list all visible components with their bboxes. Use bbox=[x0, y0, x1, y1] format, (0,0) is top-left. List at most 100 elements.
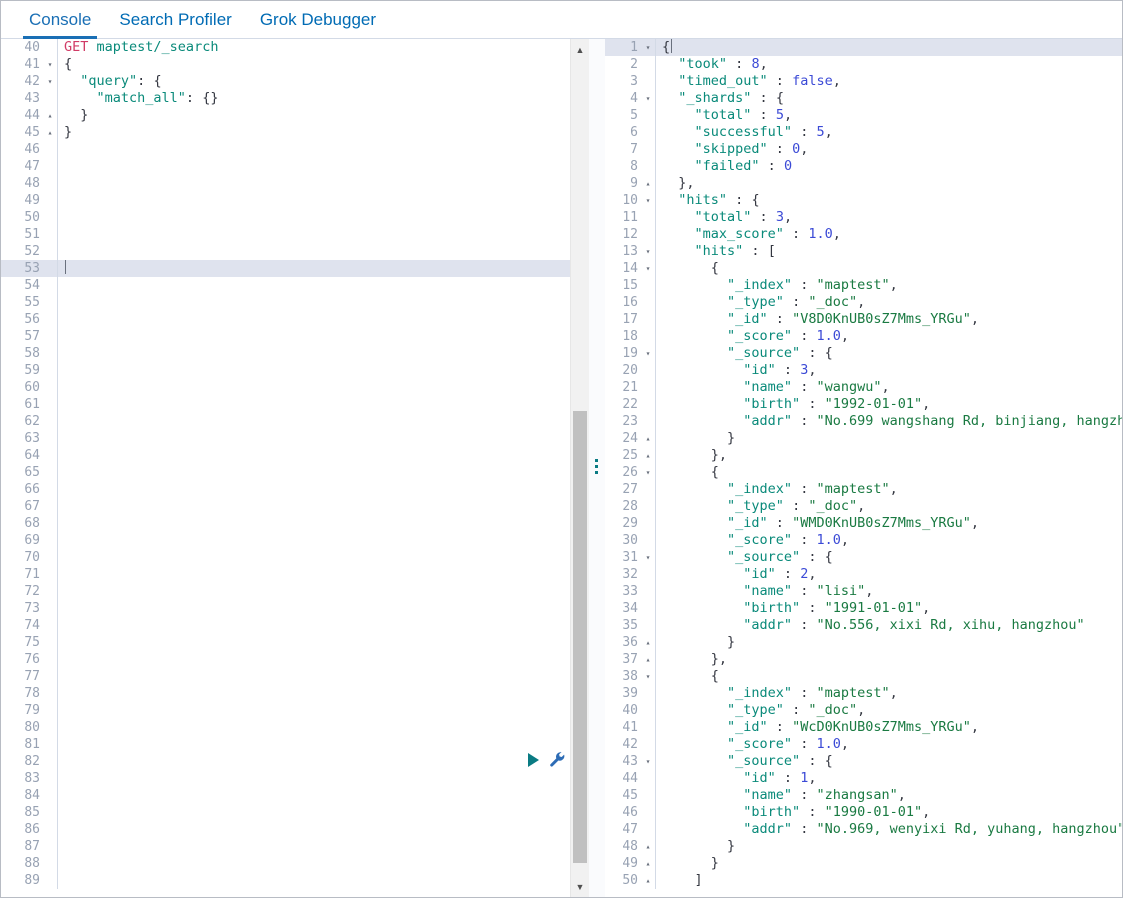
splitter-grip-icon[interactable] bbox=[595, 459, 599, 474]
code-line[interactable]: 41 ▾ { bbox=[1, 56, 589, 73]
code-line[interactable]: 64 bbox=[1, 447, 589, 464]
code-line[interactable]: 46 "birth" : "1990-01-01", bbox=[605, 804, 1122, 821]
code-line[interactable]: 4 ▾ "_shards" : { bbox=[605, 90, 1122, 107]
code-line[interactable]: 18 "_score" : 1.0, bbox=[605, 328, 1122, 345]
code-line[interactable]: 44 "id" : 1, bbox=[605, 770, 1122, 787]
code-line[interactable]: 12 "max_score" : 1.0, bbox=[605, 226, 1122, 243]
code-line[interactable]: 47 "addr" : "No.969, wenyixi Rd, yuhang,… bbox=[605, 821, 1122, 838]
fold-toggle-icon[interactable]: ▾ bbox=[43, 73, 57, 90]
fold-toggle-icon[interactable]: ▾ bbox=[641, 260, 655, 277]
code-line[interactable]: 85 bbox=[1, 804, 589, 821]
code-line[interactable]: 5 "total" : 5, bbox=[605, 107, 1122, 124]
code-line[interactable]: 45 ▴} bbox=[1, 124, 589, 141]
fold-toggle-icon[interactable]: ▴ bbox=[641, 838, 655, 855]
fold-toggle-icon[interactable]: ▾ bbox=[641, 753, 655, 770]
code-line[interactable]: 60 bbox=[1, 379, 589, 396]
code-line[interactable]: 29 "_id" : "WMD0KnUB0sZ7Mms_YRGu", bbox=[605, 515, 1122, 532]
code-line[interactable]: 46 bbox=[1, 141, 589, 158]
code-line[interactable]: 69 bbox=[1, 532, 589, 549]
code-line[interactable]: 24 ▴ } bbox=[605, 430, 1122, 447]
code-line[interactable]: 33 "name" : "lisi", bbox=[605, 583, 1122, 600]
code-line[interactable]: 30 "_score" : 1.0, bbox=[605, 532, 1122, 549]
code-line[interactable]: 74 bbox=[1, 617, 589, 634]
code-line[interactable]: 67 bbox=[1, 498, 589, 515]
fold-toggle-icon[interactable]: ▴ bbox=[641, 872, 655, 889]
code-line[interactable]: 61 bbox=[1, 396, 589, 413]
code-line[interactable]: 81 bbox=[1, 736, 589, 753]
code-line[interactable]: 27 "_index" : "maptest", bbox=[605, 481, 1122, 498]
fold-toggle-icon[interactable]: ▴ bbox=[641, 634, 655, 651]
fold-toggle-icon[interactable]: ▴ bbox=[641, 651, 655, 668]
fold-toggle-icon[interactable]: ▾ bbox=[641, 549, 655, 566]
code-line[interactable]: 49 ▴ } bbox=[605, 855, 1122, 872]
code-line[interactable]: 62 bbox=[1, 413, 589, 430]
fold-toggle-icon[interactable]: ▾ bbox=[43, 56, 57, 73]
code-line[interactable]: 59 bbox=[1, 362, 589, 379]
code-line[interactable]: 43 "match_all": {} bbox=[1, 90, 589, 107]
code-line[interactable]: 79 bbox=[1, 702, 589, 719]
fold-toggle-icon[interactable]: ▴ bbox=[641, 175, 655, 192]
tab-search-profiler[interactable]: Search Profiler bbox=[105, 10, 245, 39]
code-line[interactable]: 68 bbox=[1, 515, 589, 532]
code-line[interactable]: 82 bbox=[1, 753, 589, 770]
code-line[interactable]: 6 "successful" : 5, bbox=[605, 124, 1122, 141]
code-line[interactable]: 25 ▴ }, bbox=[605, 447, 1122, 464]
code-line[interactable]: 13 ▾ "hits" : [ bbox=[605, 243, 1122, 260]
code-line[interactable]: 11 "total" : 3, bbox=[605, 209, 1122, 226]
code-line[interactable]: 23 "addr" : "No.699 wangshang Rd, binjia… bbox=[605, 413, 1122, 430]
code-line[interactable]: 65 bbox=[1, 464, 589, 481]
code-line[interactable]: 50 ▴ ] bbox=[605, 872, 1122, 889]
code-line[interactable]: 66 bbox=[1, 481, 589, 498]
code-line[interactable]: 73 bbox=[1, 600, 589, 617]
fold-toggle-icon[interactable]: ▾ bbox=[641, 668, 655, 685]
fold-toggle-icon[interactable]: ▴ bbox=[43, 124, 57, 141]
scrollbar-thumb[interactable] bbox=[573, 411, 587, 863]
fold-toggle-icon[interactable]: ▴ bbox=[43, 107, 57, 124]
code-line[interactable]: 45 "name" : "zhangsan", bbox=[605, 787, 1122, 804]
code-line[interactable]: 36 ▴ } bbox=[605, 634, 1122, 651]
code-line[interactable]: 49 bbox=[1, 192, 589, 209]
code-line[interactable]: 47 bbox=[1, 158, 589, 175]
fold-toggle-icon[interactable]: ▾ bbox=[641, 243, 655, 260]
code-line[interactable]: 63 bbox=[1, 430, 589, 447]
code-line[interactable]: 38 ▾ { bbox=[605, 668, 1122, 685]
code-line[interactable]: 51 bbox=[1, 226, 589, 243]
scrollbar-up-arrow[interactable]: ▲ bbox=[571, 41, 589, 58]
code-line[interactable]: 43 ▾ "_source" : { bbox=[605, 753, 1122, 770]
code-line[interactable]: 58 bbox=[1, 345, 589, 362]
code-line[interactable]: 71 bbox=[1, 566, 589, 583]
code-line[interactable]: 28 "_type" : "_doc", bbox=[605, 498, 1122, 515]
code-line[interactable]: 70 bbox=[1, 549, 589, 566]
code-line[interactable]: 17 "_id" : "V8D0KnUB0sZ7Mms_YRGu", bbox=[605, 311, 1122, 328]
fold-toggle-icon[interactable]: ▴ bbox=[641, 855, 655, 872]
fold-toggle-icon[interactable]: ▾ bbox=[641, 464, 655, 481]
code-line[interactable]: 48 ▴ } bbox=[605, 838, 1122, 855]
code-line[interactable]: 10 ▾ "hits" : { bbox=[605, 192, 1122, 209]
request-editor-scrollbar[interactable]: ▲ ▼ bbox=[570, 39, 589, 897]
fold-toggle-icon[interactable]: ▴ bbox=[641, 447, 655, 464]
code-line[interactable]: 7 "skipped" : 0, bbox=[605, 141, 1122, 158]
code-line[interactable]: 42 ▾ "query": { bbox=[1, 73, 589, 90]
code-line[interactable]: 21 "name" : "wangwu", bbox=[605, 379, 1122, 396]
code-line[interactable]: 72 bbox=[1, 583, 589, 600]
code-line[interactable]: 8 "failed" : 0 bbox=[605, 158, 1122, 175]
code-line[interactable]: 9 ▴ }, bbox=[605, 175, 1122, 192]
code-line[interactable]: 53 bbox=[1, 260, 589, 277]
code-line[interactable]: 40 GET maptest/_search bbox=[1, 39, 589, 56]
request-editor-pane[interactable]: 40 GET maptest/_search 41 ▾{42 ▾ "query": {4… bbox=[1, 39, 589, 897]
code-line[interactable]: 16 "_type" : "_doc", bbox=[605, 294, 1122, 311]
code-line[interactable]: 20 "id" : 3, bbox=[605, 362, 1122, 379]
code-line[interactable]: 35 "addr" : "No.556, xixi Rd, xihu, hang… bbox=[605, 617, 1122, 634]
request-editor-code[interactable]: 40 GET maptest/_search 41 ▾{42 ▾ "query": {4… bbox=[1, 39, 589, 897]
code-line[interactable]: 80 bbox=[1, 719, 589, 736]
code-line[interactable]: 77 bbox=[1, 668, 589, 685]
code-line[interactable]: 55 bbox=[1, 294, 589, 311]
code-line[interactable]: 42 "_score" : 1.0, bbox=[605, 736, 1122, 753]
fold-toggle-icon[interactable]: ▾ bbox=[641, 90, 655, 107]
response-viewer-pane[interactable]: 1 ▾{2 "took" : 8, 3 "timed_out" : false, 4 ▾… bbox=[605, 39, 1122, 897]
code-line[interactable]: 19 ▾ "_source" : { bbox=[605, 345, 1122, 362]
code-line[interactable]: 31 ▾ "_source" : { bbox=[605, 549, 1122, 566]
fold-toggle-icon[interactable]: ▾ bbox=[641, 192, 655, 209]
code-line[interactable]: 78 bbox=[1, 685, 589, 702]
code-line[interactable]: 1 ▾ { bbox=[605, 39, 1122, 56]
